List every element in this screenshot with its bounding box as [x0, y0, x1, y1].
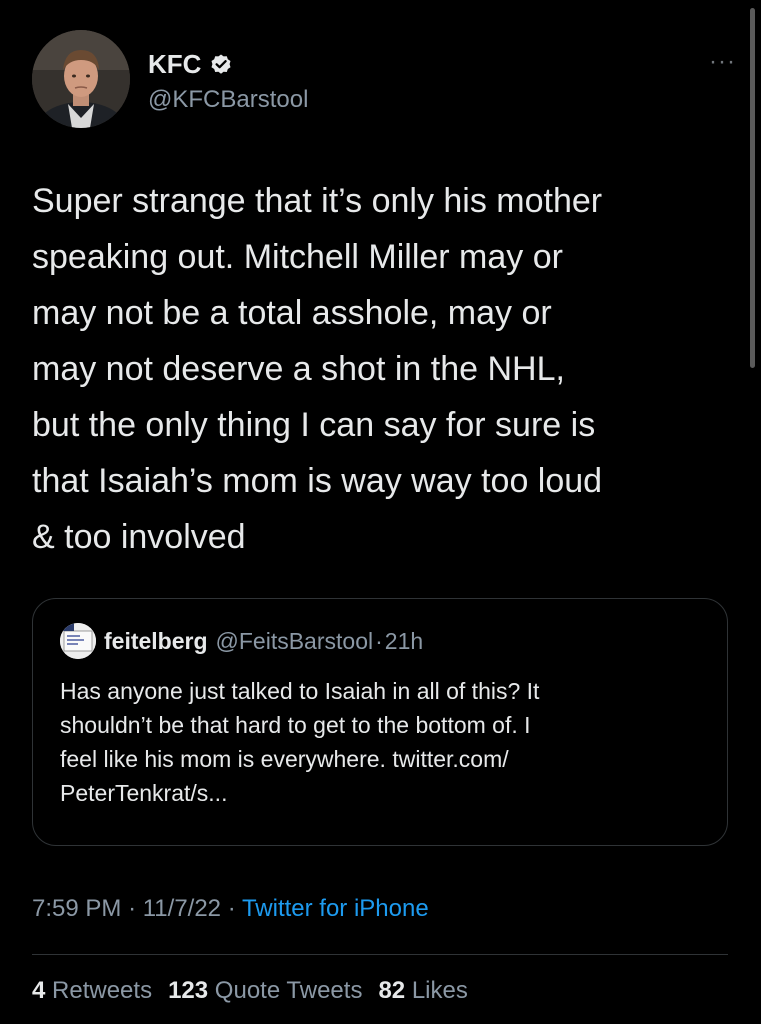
likes-count: 82: [378, 977, 406, 1004]
quoted-author-display-name[interactable]: feitelberg: [104, 628, 208, 655]
author-avatar[interactable]: [32, 30, 130, 128]
verified-badge-icon: [211, 54, 231, 74]
tweet-date[interactable]: 11/7/22: [143, 895, 221, 922]
tweet-header: KFC @KFCBarstool ···: [32, 30, 735, 130]
quote-tweets-label: Quote Tweets: [214, 977, 363, 1004]
quoted-text-line: Has anyone just talked to Isaiah in all …: [60, 678, 540, 704]
quoted-author-handle[interactable]: @FeitsBarstool: [216, 628, 374, 655]
quote-tweets-stat[interactable]: 123 Quote Tweets: [168, 977, 362, 1005]
quoted-profile-photo-icon: [60, 623, 96, 659]
profile-photo-icon: [32, 30, 130, 128]
meta-separator: ·: [227, 895, 236, 922]
author-display-name[interactable]: KFC: [148, 49, 201, 80]
tweet-text: Super strange that it’s only his mother …: [32, 173, 742, 565]
tweet-text-line: & too involved: [32, 518, 246, 556]
quoted-tweet-card[interactable]: feitelberg @FeitsBarstool · 21h Has anyo…: [32, 598, 728, 846]
tweet-text-line: may not deserve a shot in the NHL,: [32, 350, 565, 388]
tweet-stats: 4 Retweets 123 Quote Tweets 82 Likes: [32, 977, 468, 1005]
likes-stat[interactable]: 82 Likes: [378, 977, 467, 1005]
tweet-text-line: that Isaiah’s mom is way way too loud: [32, 462, 603, 500]
quoted-timestamp[interactable]: 21h: [385, 628, 423, 655]
divider: [32, 954, 728, 955]
tweet-source-link[interactable]: Twitter for iPhone: [242, 895, 429, 922]
quoted-text-line: shouldn’t be that hard to get to the bot…: [60, 712, 531, 738]
retweets-count: 4: [32, 977, 46, 1004]
scrollbar[interactable]: [750, 8, 755, 368]
quoted-text-line: feel like his mom is everywhere. twitter…: [60, 746, 509, 772]
meta-separator: ·: [128, 895, 137, 922]
tweet-metadata: 7:59 PM · 11/7/22 · Twitter for iPhone: [32, 895, 429, 923]
author-handle[interactable]: @KFCBarstool: [148, 86, 308, 114]
quoted-tweet-text: Has anyone just talked to Isaiah in all …: [60, 674, 710, 810]
quoted-author-avatar[interactable]: [60, 623, 96, 659]
quote-tweets-count: 123: [168, 977, 209, 1004]
tweet-text-line: speaking out. Mitchell Miller may or: [32, 238, 563, 276]
tweet-text-line: Super strange that it’s only his mother: [32, 182, 603, 220]
quoted-text-line: PeterTenkrat/s...: [60, 780, 228, 806]
tweet-time[interactable]: 7:59 PM: [32, 895, 121, 922]
author-name-row[interactable]: KFC: [148, 48, 233, 80]
retweets-stat[interactable]: 4 Retweets: [32, 977, 152, 1005]
retweets-label: Retweets: [52, 977, 153, 1004]
more-options-icon[interactable]: ···: [709, 50, 736, 74]
tweet-text-line: but the only thing I can say for sure is: [32, 406, 596, 444]
likes-label: Likes: [411, 977, 468, 1004]
tweet-text-line: may not be a total asshole, may or: [32, 294, 552, 332]
quoted-tweet-header: feitelberg @FeitsBarstool · 21h: [60, 623, 423, 659]
quoted-separator: ·: [375, 627, 383, 654]
